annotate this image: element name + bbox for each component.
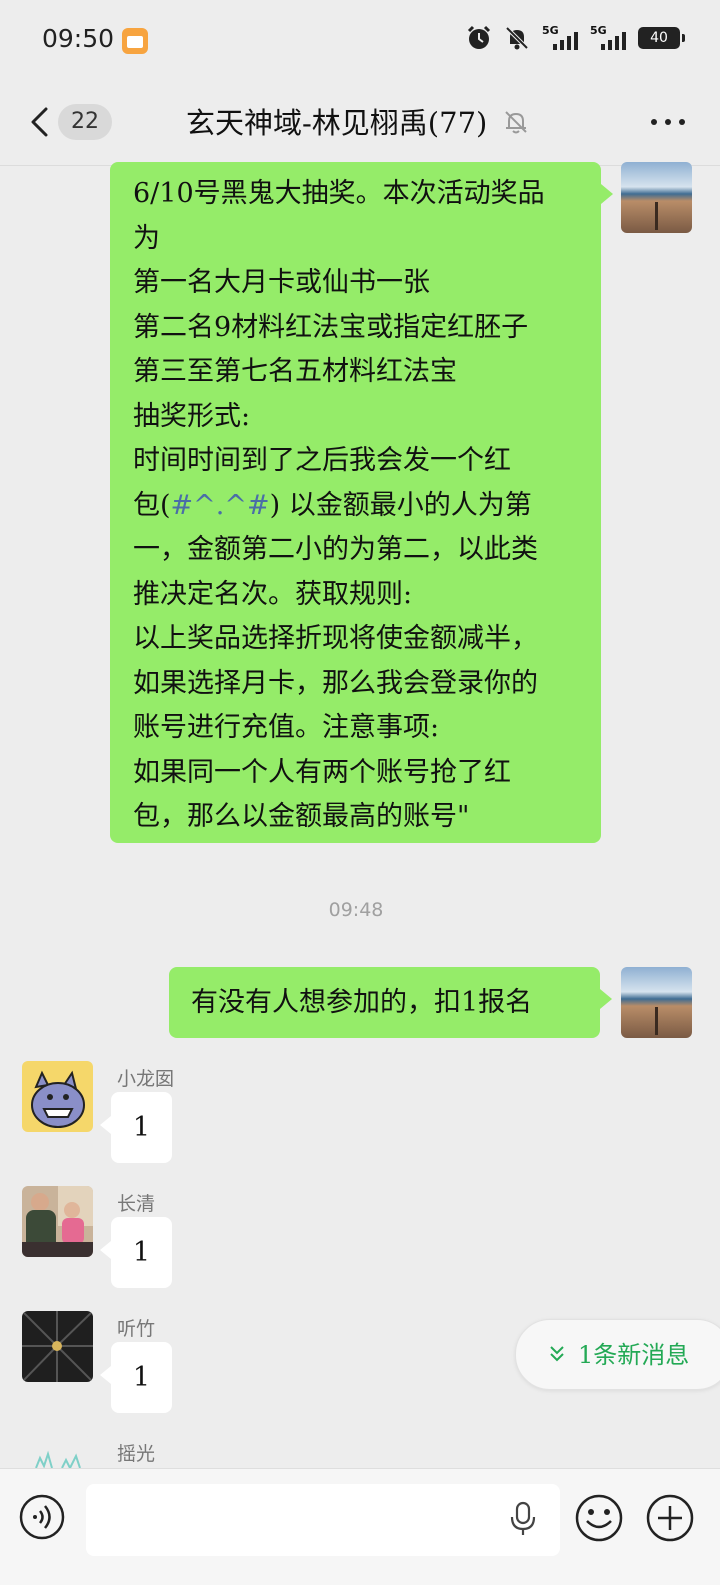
message-bubble-other[interactable]: 1 (100, 1092, 172, 1163)
microphone-icon[interactable] (508, 1501, 538, 1537)
message-line: 第三至第七名五材料红法宝 (133, 356, 457, 387)
more-options-icon[interactable] (648, 110, 688, 134)
message-line: 第二名9材料红法宝或指定红胚子 (133, 311, 529, 343)
chat-title: 玄天神域-林见栩禹(77) (186, 106, 488, 140)
message-line: 如果同一个人有两个账号抢了红 (133, 756, 511, 788)
double-chevron-down-icon (550, 1346, 564, 1362)
message-line: 6/10号黑鬼大抽奖。本次活动奖品 (133, 178, 545, 209)
mute-bell-icon (505, 26, 529, 50)
sender-name: 摇光 (117, 1443, 156, 1465)
alarm-icon (467, 25, 491, 49)
back-arrow-icon[interactable] (24, 104, 60, 140)
message-line: 第一名大月卡或仙书一张 (133, 267, 430, 298)
status-bar: 09:50 5G 5G 40 (0, 0, 720, 80)
message-line: 包，那么以金额最高的账号" (133, 801, 470, 832)
message-line: 一，金额第二小的为第二，以此类 (133, 534, 538, 565)
self-avatar[interactable] (621, 967, 692, 1038)
new-messages-label: 1条新消息 (578, 1341, 690, 1369)
battery-icon: 40 (638, 27, 685, 49)
message-text: 1 (132, 1237, 151, 1268)
status-time: 09:50 (42, 24, 115, 53)
message-line: 时间时间到了之后我会发一个红 (133, 445, 511, 476)
message-bubble-self[interactable]: 6/10号黑鬼大抽奖。本次活动奖品 为 第一名大月卡或仙书一张 第二名9材料红法… (110, 162, 613, 843)
message-bubble-self[interactable]: 有没有人想参加的，扣1报名 (169, 967, 612, 1038)
status-icons: 5G 5G 40 (466, 24, 685, 52)
message-line: 为 (133, 222, 160, 254)
voice-mode-button[interactable] (18, 1493, 66, 1541)
member-avatar[interactable] (22, 1186, 93, 1257)
message-text: 有没有人想参加的，扣1报名 (191, 987, 533, 1018)
self-avatar[interactable] (621, 162, 692, 233)
message-bubble-other[interactable]: 1 (100, 1342, 172, 1413)
add-attachment-button[interactable] (645, 1493, 695, 1543)
sender-name: 长清 (117, 1193, 156, 1215)
sender-name: 听竹 (117, 1318, 156, 1340)
message-text: 1 (132, 1112, 151, 1143)
message-input[interactable] (86, 1484, 560, 1556)
member-avatar[interactable] (22, 1061, 93, 1132)
message-line: 推决定名次。获取规则: (133, 578, 413, 610)
message-bubble-other[interactable]: 1 (100, 1217, 172, 1288)
message-line: 如果选择月卡，那么我会登录你的 (133, 667, 538, 699)
signal-strength-icon: 5G (542, 24, 578, 52)
unread-count-badge[interactable]: 22 (58, 104, 112, 140)
signal-strength-icon: 5G (590, 24, 626, 52)
message-line: 包(#^.^#) 以金额最小的人为第 (133, 489, 532, 521)
chat-header: 22 玄天神域-林见栩禹(77) (0, 80, 720, 166)
message-line: 账号进行充值。注意事项: (133, 712, 440, 743)
new-messages-button[interactable]: 1条新消息 (515, 1319, 720, 1390)
message-line: 以上奖品选择折现将使金额减半， (133, 623, 538, 654)
emoji-text: #^.^# (170, 489, 270, 521)
muted-bell-icon (505, 111, 527, 134)
member-avatar[interactable] (22, 1436, 93, 1468)
message-text: 1 (132, 1362, 151, 1393)
app-notification-icon (122, 28, 148, 54)
emoji-button[interactable] (574, 1493, 624, 1543)
member-avatar[interactable] (22, 1311, 93, 1382)
message-timestamp: 09:48 (328, 899, 384, 921)
message-line: 抽奖形式: (133, 400, 251, 432)
sender-name: 小龙囡 (117, 1068, 175, 1090)
input-bar (0, 1468, 720, 1585)
